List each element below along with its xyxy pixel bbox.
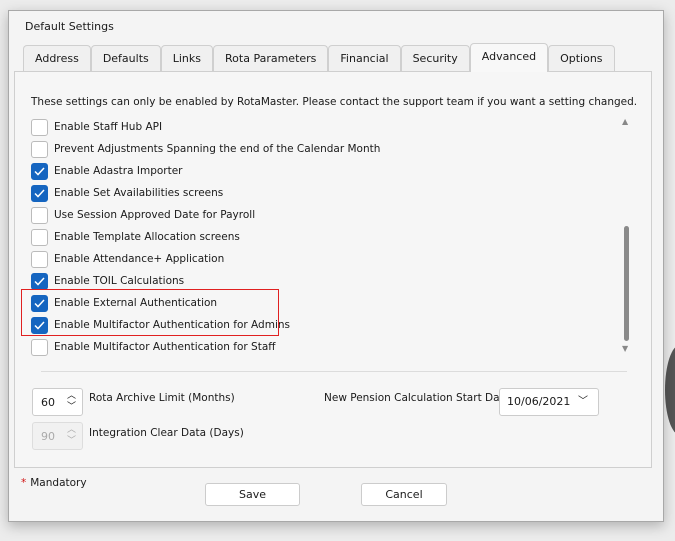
setting-label: Enable TOIL Calculations [54, 275, 185, 287]
setting-label: Enable Attendance+ Application [54, 253, 225, 265]
rota-archive-label: Rota Archive Limit (Months) [89, 392, 235, 404]
rota-archive-value: 60 [41, 395, 55, 409]
setting-row[interactable]: Prevent Adjustments Spanning the end of … [31, 140, 380, 158]
tab-defaults[interactable]: Defaults [90, 45, 161, 72]
setting-row[interactable]: Enable Adastra Importer [31, 162, 183, 180]
save-button[interactable]: Save [205, 483, 300, 506]
tab-advanced[interactable]: Advanced [469, 43, 549, 72]
setting-label: Enable Staff Hub API [54, 121, 163, 133]
integration-clear-stepper: 90 ︿ ﹀ [32, 422, 83, 450]
cancel-button[interactable]: Cancel [361, 483, 447, 506]
dialog-title: Default Settings [25, 20, 114, 33]
chevron-up-icon[interactable]: ︿ [67, 391, 76, 402]
tab-financial[interactable]: Financial [328, 45, 401, 72]
setting-label: Prevent Adjustments Spanning the end of … [54, 143, 381, 155]
checkmark-icon [34, 276, 45, 286]
tab-options[interactable]: Options [548, 45, 615, 72]
info-note: These settings can only be enabled by Ro… [31, 96, 638, 108]
chevron-down-icon[interactable]: ﹀ [67, 402, 76, 413]
scroll-down-icon[interactable]: ▼ [622, 344, 628, 353]
checkbox[interactable] [31, 118, 48, 136]
checkmark-icon [34, 166, 45, 176]
integration-clear-label: Integration Clear Data (Days) [89, 427, 244, 439]
highlight-box [21, 289, 279, 336]
chevron-down-icon: ﹀ [66, 436, 76, 446]
setting-label: Use Session Approved Date for Payroll [54, 209, 256, 221]
setting-row[interactable]: Enable Multifactor Authentication for St… [31, 338, 276, 356]
asterisk-icon: * [21, 477, 27, 489]
pension-date-picker[interactable]: 10/06/2021 ﹀ [499, 388, 599, 416]
tab-links[interactable]: Links [160, 45, 214, 72]
chevron-up-icon: ︿ [66, 425, 76, 435]
setting-label: Enable Adastra Importer [54, 165, 183, 177]
pension-date-value: 10/06/2021 [507, 395, 571, 408]
chevron-down-icon[interactable]: ﹀ [578, 389, 588, 415]
advanced-panel: These settings can only be enabled by Ro… [14, 71, 652, 468]
checkbox[interactable] [31, 206, 48, 224]
mandatory-label: Mandatory [30, 477, 87, 489]
mandatory-note: * Mandatory [21, 477, 87, 489]
pension-date-label: New Pension Calculation Start Date [324, 392, 511, 404]
setting-row[interactable]: Use Session Approved Date for Payroll [31, 206, 255, 224]
background-edge [665, 345, 675, 435]
tab-security[interactable]: Security [400, 45, 470, 72]
checkmark-icon [34, 188, 45, 198]
setting-row[interactable]: Enable Staff Hub API [31, 118, 162, 136]
checkbox[interactable] [31, 272, 48, 290]
checkbox[interactable] [31, 140, 48, 158]
scrollbar-thumb[interactable] [624, 226, 629, 341]
checkbox[interactable] [31, 162, 48, 180]
tab-bar: Address Defaults Links Rota Parameters Finan… [23, 43, 615, 72]
scroll-up-icon[interactable]: ▲ [622, 117, 628, 126]
tab-rota-parameters[interactable]: Rota Parameters [213, 45, 329, 72]
rota-archive-stepper[interactable]: 60 ︿ ﹀ [32, 388, 83, 416]
checkbox[interactable] [31, 250, 48, 268]
tab-address[interactable]: Address [23, 45, 91, 72]
setting-label: Enable Multifactor Authentication for St… [54, 341, 276, 353]
setting-row[interactable]: Enable TOIL Calculations [31, 272, 184, 290]
setting-row[interactable]: Enable Attendance+ Application [31, 250, 224, 268]
setting-label: Enable Set Availabilities screens [54, 187, 224, 199]
setting-row[interactable]: Enable Set Availabilities screens [31, 184, 223, 202]
setting-row[interactable]: Enable Template Allocation screens [31, 228, 240, 246]
default-settings-dialog: Default Settings Address Defaults Links Rot… [8, 10, 664, 522]
checkbox[interactable] [31, 184, 48, 202]
checkbox[interactable] [31, 228, 48, 246]
integration-clear-value: 90 [41, 429, 55, 443]
checkbox[interactable] [31, 338, 48, 356]
setting-label: Enable Template Allocation screens [54, 231, 240, 243]
divider [41, 371, 627, 372]
